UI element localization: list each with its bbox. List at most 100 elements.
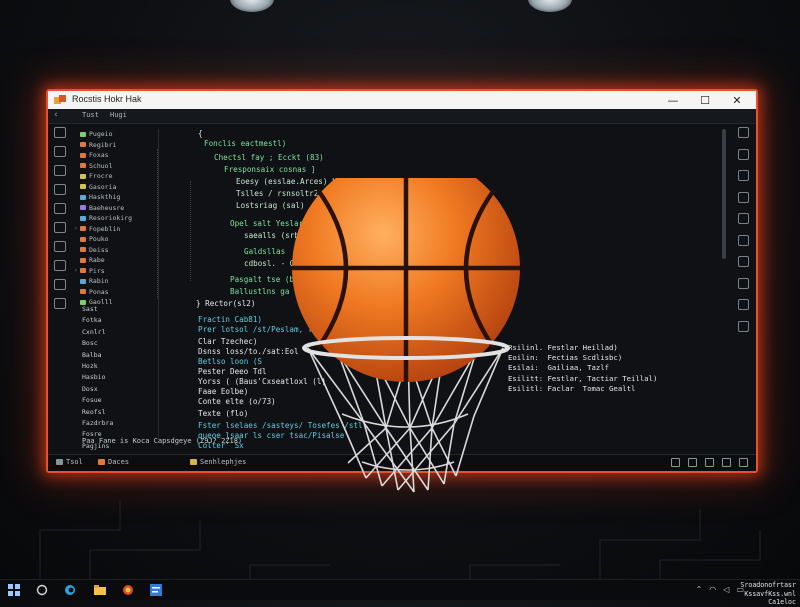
file-tree-item[interactable]: Rabin (74, 276, 158, 287)
outline-item[interactable]: Balba (82, 351, 130, 362)
tab-tust[interactable]: Tust (82, 111, 99, 119)
code-line: Chectsl fay ; Ecckt (83) (214, 153, 324, 162)
split-icon[interactable] (738, 213, 749, 224)
code-line: Lostsriag (sal) (236, 201, 305, 210)
code-line: Fonclis eactmestl) (204, 139, 287, 148)
pin-icon[interactable] (738, 234, 749, 246)
image-icon[interactable] (738, 299, 749, 310)
search-icon[interactable] (36, 584, 48, 596)
file-tree-label: Baeheusre (89, 203, 125, 212)
bell-icon[interactable] (739, 458, 748, 467)
account-icon[interactable] (54, 298, 66, 309)
terminal-icon[interactable] (738, 191, 749, 203)
outline-item[interactable]: Cxnlrl (82, 328, 130, 339)
system-tray: ⌃ ◠ ◁ ▭ (696, 585, 744, 594)
file-icon (80, 163, 86, 169)
start-icon[interactable] (8, 584, 20, 596)
feedback-icon[interactable] (705, 458, 714, 467)
status-right-icons (671, 458, 748, 467)
code-line: Betlso loon (S (198, 357, 263, 366)
minimize-button[interactable]: — (658, 91, 688, 109)
file-tree-item[interactable]: Rabe (74, 255, 158, 266)
settings-icon[interactable] (54, 279, 66, 290)
search-icon[interactable] (54, 165, 66, 176)
file-tree-item[interactable]: Gasoria (74, 182, 158, 193)
code-line: Opel salt Yeslar alst (230, 219, 327, 228)
file-icon (80, 131, 86, 137)
bookmark-icon[interactable] (738, 277, 749, 289)
play-icon[interactable] (738, 170, 749, 181)
outline-item[interactable]: Sast (82, 305, 130, 316)
code-line: { (198, 129, 203, 138)
cloud-icon[interactable] (738, 127, 749, 138)
file-icon (80, 142, 86, 148)
file-tree-item[interactable]: Baeheusre (74, 203, 158, 214)
network-icon[interactable]: ◠ (709, 585, 716, 594)
gear-icon[interactable] (738, 256, 749, 267)
outline-item[interactable]: Hasbio (82, 373, 130, 384)
edge-icon[interactable] (64, 584, 76, 596)
file-tree-item[interactable]: Haskthig (74, 192, 158, 203)
layout-icon[interactable] (722, 458, 731, 467)
settings-icon[interactable] (738, 148, 749, 160)
file-tree-item[interactable]: Resoriokirg (74, 213, 158, 224)
copy-icon[interactable] (54, 146, 66, 157)
file-tree-item[interactable]: Pugeio (74, 129, 158, 140)
outline-item[interactable]: Hozk (82, 362, 130, 373)
status-file[interactable]: Senhlephjes (190, 458, 246, 466)
file-icon (80, 299, 86, 305)
output-line: Eoilin: Fectias Scdlisbc) (508, 353, 623, 363)
close-button[interactable]: ✕ (722, 91, 752, 109)
outline-item[interactable]: Reofsl (82, 408, 130, 419)
outline-item[interactable]: Fosue (82, 396, 130, 407)
volume-icon[interactable]: ◁ (723, 585, 729, 594)
run-icon[interactable] (54, 222, 66, 233)
file-tree-item[interactable]: › Fopeblin (74, 224, 158, 235)
file-explorer-icon[interactable] (94, 584, 106, 596)
file-tree-item[interactable]: Ponas (74, 287, 158, 298)
file-icon (80, 184, 86, 190)
code-line: Fresponsaix cosnas ] (224, 165, 316, 174)
tab-bar: ‹ Tust Hugi (48, 109, 756, 124)
output-line: Esilai: Gailiaa, Tazlf (508, 363, 610, 373)
file-tree-item[interactable]: Regibri (74, 140, 158, 151)
file-icon (80, 173, 86, 179)
code-line: Yorss ( (Baus'Cxseatloxl (l) (198, 377, 327, 386)
output-panel: Rsilinl. Festlar Heillad) Eoilin: Fectias… (508, 343, 708, 394)
editor-scrollbar[interactable] (722, 129, 726, 259)
terminal-icon[interactable] (54, 260, 66, 271)
file-tree-item[interactable]: Pouko (74, 234, 158, 245)
branch-icon (98, 459, 105, 465)
file-tree-item[interactable]: Schuol (74, 161, 158, 172)
outline-item[interactable]: Dosx (82, 385, 130, 396)
code-editor-taskbar-icon[interactable] (150, 584, 162, 596)
status-branch[interactable]: Daces (98, 458, 129, 466)
file-tree-item[interactable]: Foxas (74, 150, 158, 161)
file-tree-label: Rabe (89, 256, 105, 265)
file-tree-item[interactable]: Frocre (74, 171, 158, 182)
back-arrow-icon[interactable]: ‹ (54, 110, 58, 120)
file-tree-item[interactable]: Deiss (74, 245, 158, 256)
clock-line-1: Sroadonofrtasr (740, 581, 796, 589)
right-toolbar (736, 127, 750, 342)
files-icon[interactable] (54, 127, 66, 138)
maximize-button[interactable]: ☐ (690, 91, 720, 109)
clock-line-3: Ca1eloc (768, 598, 796, 606)
source-control-icon[interactable] (54, 184, 66, 195)
status-left[interactable]: Tsol (56, 458, 83, 466)
debug-icon[interactable] (54, 241, 66, 252)
outline-item[interactable]: Bosc (82, 339, 130, 350)
clock[interactable]: Sroadonofrtasr KssavfKss.wnl Ca1eloc (740, 581, 796, 607)
browser-icon[interactable] (122, 584, 134, 596)
notification-icon[interactable] (671, 458, 680, 467)
chevron-up-icon[interactable]: ⌃ (696, 585, 703, 594)
outline-item[interactable]: Fotka (82, 316, 130, 327)
file-icon (80, 268, 86, 274)
file-tree-item[interactable]: › Pirs (74, 266, 158, 277)
extensions-icon[interactable] (54, 203, 66, 214)
app-logo-icon (54, 95, 66, 104)
sync-icon[interactable] (688, 458, 697, 467)
tab-hugi[interactable]: Hugi (110, 111, 127, 119)
outline-item[interactable]: Fazdrbra (82, 419, 130, 430)
edit-icon[interactable] (738, 320, 749, 332)
